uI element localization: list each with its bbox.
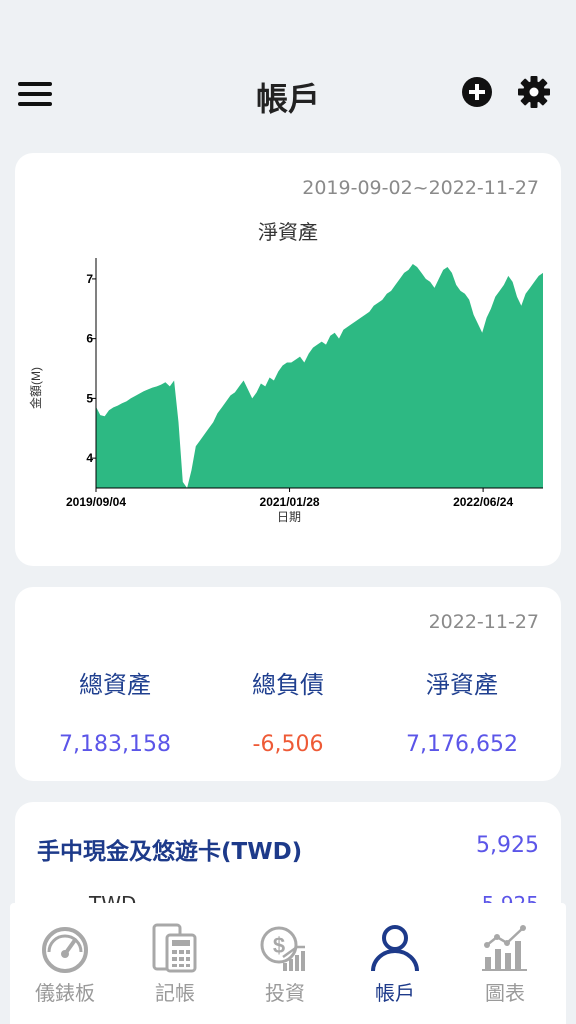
chart-y-axis-label: 金額(M): [28, 367, 43, 409]
tab-label-bookkeeping: 記帳: [155, 981, 195, 1005]
chart-y-tick-label: 6: [86, 332, 93, 346]
chart-title: 淨資產: [258, 220, 318, 244]
chart-x-tick-label: 2022/06/24: [453, 495, 513, 509]
total-assets-column[interactable]: 總資產 7,183,158: [25, 665, 205, 757]
investment-icon: $: [260, 926, 305, 971]
tab-label-account: 帳戶: [375, 981, 415, 1005]
tab-label-investment: 投資: [265, 981, 305, 1005]
tab-label-dashboard: 儀錶板: [35, 981, 95, 1005]
net-worth-area-series: [96, 264, 543, 488]
total-liabilities-label: 總負債: [252, 671, 324, 699]
cash-account-value: 5,925: [476, 833, 539, 858]
account-person-icon: [371, 925, 419, 972]
net-worth-area-chart: 淨資產 金額(M) 日期 4 5 6 7 2019/09/04 2021/01/28 202…: [28, 220, 543, 524]
bar-chart-icon: [482, 925, 527, 971]
tab-charts[interactable]: 圖表: [450, 923, 560, 1006]
chart-y-tick-label: 4: [86, 451, 93, 465]
net-assets-column[interactable]: 淨資產 7,176,652: [372, 665, 552, 757]
total-assets-label: 總資產: [79, 671, 151, 699]
app-header: 帳戶: [0, 60, 576, 130]
total-liabilities-column[interactable]: 總負債 -6,506: [198, 665, 378, 757]
tab-account[interactable]: 帳戶: [340, 923, 450, 1006]
tab-bookkeeping[interactable]: 記帳: [120, 923, 230, 1006]
net-worth-chart-card: 2019-09-02~2022-11-27 淨資產 金額(M) 日期 45672…: [15, 153, 561, 566]
gear-icon[interactable]: [517, 75, 551, 109]
calculator-icon: [152, 923, 197, 973]
svg-text:$: $: [273, 933, 285, 958]
total-assets-value: 7,183,158: [59, 732, 171, 757]
tab-label-charts: 圖表: [485, 981, 525, 1005]
cash-account-title: 手中現金及悠遊卡(TWD): [37, 839, 303, 865]
tab-dashboard[interactable]: 儀錶板: [10, 923, 120, 1006]
plus-circle-icon[interactable]: [461, 76, 493, 108]
tab-investment[interactable]: $ 投資: [230, 923, 340, 1006]
net-assets-value: 7,176,652: [406, 732, 518, 757]
chart-y-tick-label: 5: [86, 391, 93, 405]
dashboard-gauge-icon: [42, 927, 88, 973]
chart-y-tick-label: 7: [86, 272, 93, 286]
chart-x-axis-label: 日期: [277, 510, 301, 524]
chart-x-tick-label: 2019/09/04: [66, 495, 126, 509]
bottom-tab-bar: 儀錶板 記帳 $ 投資 帳戶 圖表: [10, 903, 566, 1024]
total-liabilities-value: -6,506: [252, 732, 324, 757]
net-assets-label: 淨資產: [426, 671, 498, 699]
chart-x-tick-label: 2021/01/28: [260, 495, 320, 509]
summary-date[interactable]: 2022-11-27: [429, 611, 539, 633]
summary-card: 2022-11-27 總資產 7,183,158 總負債 -6,506 淨資產 …: [15, 587, 561, 781]
